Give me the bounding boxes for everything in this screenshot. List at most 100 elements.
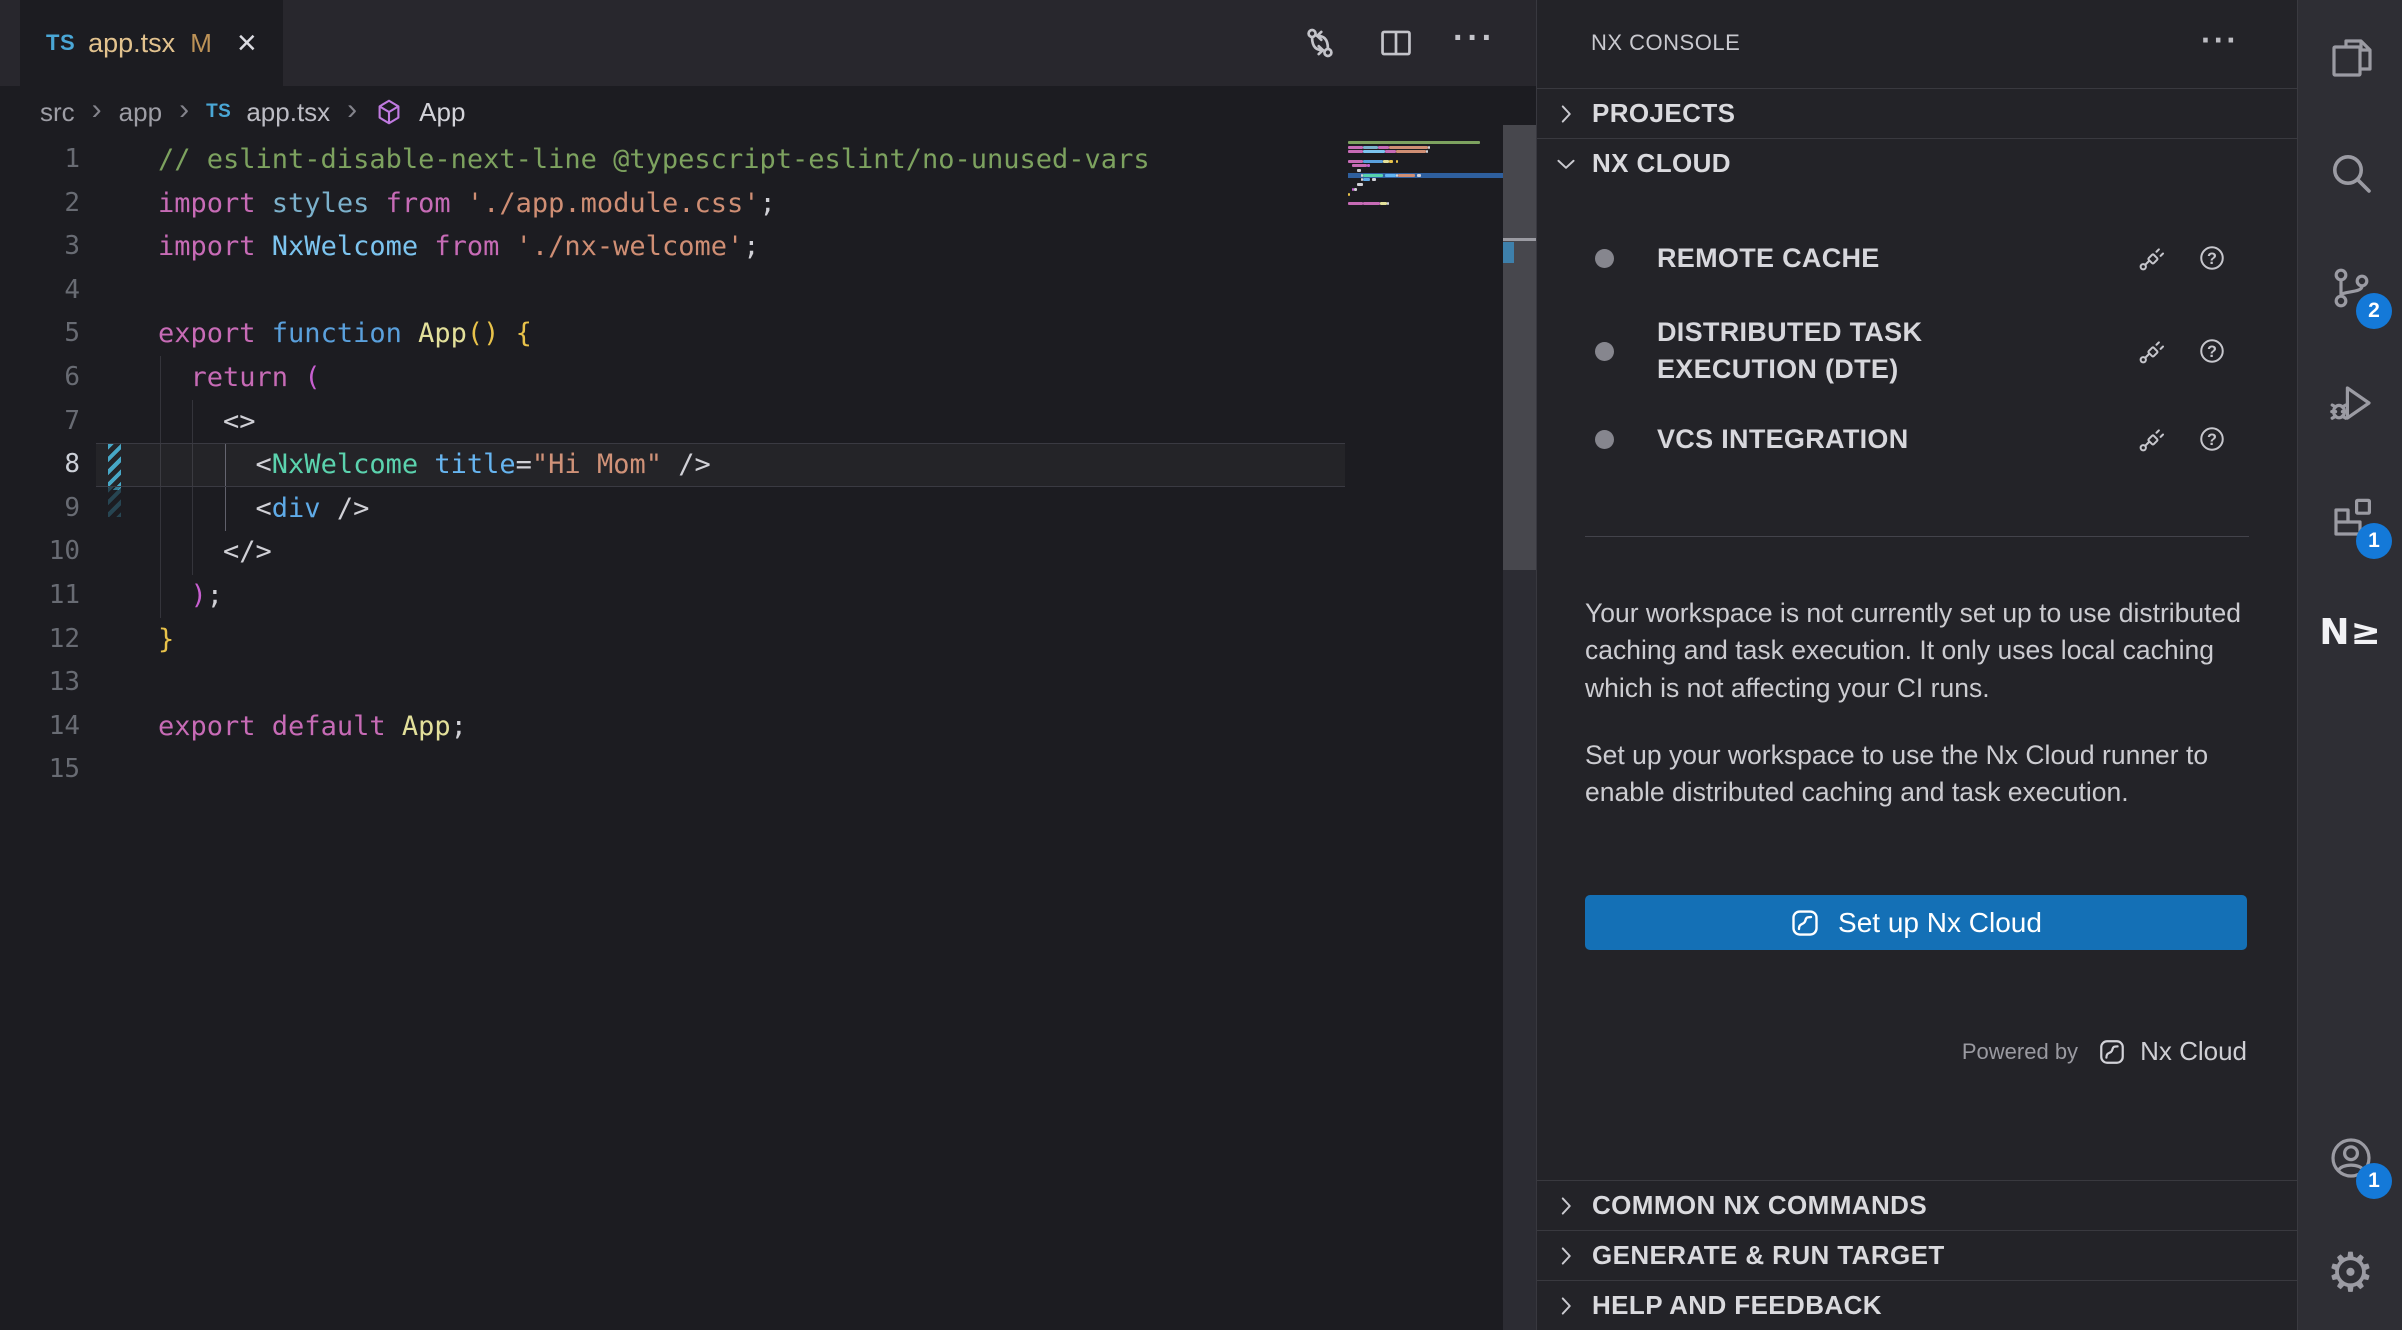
code-editor[interactable]: 1// eslint-disable-next-line @typescript… bbox=[0, 138, 1536, 1330]
section-nx-cloud[interactable]: NX CLOUD bbox=[1537, 138, 2297, 188]
setup-button-label: Set up Nx Cloud bbox=[1838, 907, 2042, 939]
code-line-13[interactable]: 13 bbox=[0, 661, 1536, 705]
minimap-line bbox=[1348, 193, 1350, 196]
connect-icon[interactable] bbox=[2137, 424, 2167, 454]
minimap-line bbox=[1372, 178, 1376, 181]
section-label: NX CLOUD bbox=[1592, 148, 1731, 179]
close-tab-icon[interactable]: × bbox=[237, 26, 257, 60]
connect-icon bbox=[2137, 424, 2167, 454]
code-line-10[interactable]: 10 </> bbox=[0, 530, 1536, 574]
chevron-right-icon bbox=[1553, 101, 1579, 127]
section-common-nx-commands[interactable]: COMMON NX COMMANDS bbox=[1537, 1180, 2297, 1230]
status-bullet-icon bbox=[1595, 342, 1614, 361]
line-number: 2 bbox=[0, 182, 88, 226]
section-generate-run-target[interactable]: GENERATE & RUN TARGET bbox=[1537, 1230, 2297, 1280]
code-text: <NxWelcome title="Hi Mom" /> bbox=[88, 443, 711, 487]
section-help-and-feedback[interactable]: HELP AND FEEDBACK bbox=[1537, 1280, 2297, 1330]
chevron-down-icon bbox=[1553, 151, 1579, 177]
code-line-12[interactable]: 12} bbox=[0, 618, 1536, 662]
nx-cloud-brand: Nx Cloud bbox=[2140, 1036, 2247, 1067]
minimap-line bbox=[1357, 183, 1363, 186]
breadcrumb-item-file[interactable]: app.tsx bbox=[246, 97, 330, 128]
line-number: 1 bbox=[0, 138, 88, 182]
code-line-4[interactable]: 4 bbox=[0, 269, 1536, 313]
debug-icon bbox=[2327, 379, 2375, 427]
open-changes-icon[interactable] bbox=[1301, 24, 1339, 62]
setup-nx-cloud-button[interactable]: Set up Nx Cloud bbox=[1585, 895, 2247, 950]
help-icon[interactable] bbox=[2197, 243, 2227, 273]
code-line-1[interactable]: 1// eslint-disable-next-line @typescript… bbox=[0, 138, 1536, 182]
activity-accounts[interactable]: 1 bbox=[2298, 1100, 2402, 1215]
help-icon[interactable] bbox=[2197, 336, 2227, 366]
code-lines: 1// eslint-disable-next-line @typescript… bbox=[0, 138, 1536, 792]
code-text bbox=[88, 661, 158, 705]
code-text: <div /> bbox=[88, 487, 369, 531]
activity-search[interactable] bbox=[2298, 115, 2402, 230]
nx-cloud-icon bbox=[1790, 908, 1820, 938]
section-projects[interactable]: PROJECTS bbox=[1537, 88, 2297, 138]
activity-bar: 21N≥ 1⚙ bbox=[2297, 0, 2402, 1330]
line-number: 9 bbox=[0, 487, 88, 531]
panel-bottom-sections: COMMON NX COMMANDS GENERATE & RUN TARGET H… bbox=[1537, 1180, 2297, 1330]
help-icon[interactable] bbox=[2197, 424, 2227, 454]
more-actions-icon[interactable]: ··· bbox=[1453, 21, 1496, 65]
connect-icon[interactable] bbox=[2137, 336, 2167, 366]
minimap-line bbox=[1357, 169, 1361, 172]
vscode-window: TS app.tsx M × ··· src › app › TS app.ts… bbox=[0, 0, 2402, 1330]
gear-icon: ⚙ bbox=[2326, 1246, 2374, 1300]
minimap-line bbox=[1396, 160, 1398, 163]
code-line-15[interactable]: 15 bbox=[0, 748, 1536, 792]
minimap-line bbox=[1383, 160, 1389, 163]
breadcrumb-item-app[interactable]: app bbox=[119, 97, 162, 128]
breadcrumb-item-symbol[interactable]: App bbox=[419, 97, 465, 128]
connect-icon bbox=[2137, 336, 2167, 366]
overview-modified-marker bbox=[1503, 242, 1514, 263]
nx-cloud-icon bbox=[2098, 1038, 2126, 1066]
activity-extensions[interactable]: 1 bbox=[2298, 460, 2402, 575]
code-text: import NxWelcome from './nx-welcome'; bbox=[88, 225, 759, 269]
code-line-9[interactable]: 9 <div /> bbox=[0, 487, 1536, 531]
code-text: export function App() { bbox=[88, 312, 532, 356]
code-line-7[interactable]: 7 <> bbox=[0, 400, 1536, 444]
breadcrumb-item-src[interactable]: src bbox=[40, 97, 75, 128]
activity-nx-console[interactable]: N≥ bbox=[2298, 575, 2402, 690]
activity-explorer[interactable] bbox=[2298, 0, 2402, 115]
activity-settings[interactable]: ⚙ bbox=[2298, 1215, 2402, 1330]
badge: 1 bbox=[2356, 1163, 2392, 1199]
badge: 2 bbox=[2356, 293, 2392, 329]
line-number: 6 bbox=[0, 356, 88, 400]
code-text bbox=[88, 269, 158, 313]
line-number: 14 bbox=[0, 705, 88, 749]
tab-app-tsx[interactable]: TS app.tsx M × bbox=[20, 0, 283, 86]
code-line-6[interactable]: 6 return ( bbox=[0, 356, 1536, 400]
activity-run-and-debug[interactable] bbox=[2298, 345, 2402, 460]
minimap-line bbox=[1385, 150, 1396, 153]
divider bbox=[1585, 536, 2249, 537]
minimap-line bbox=[1363, 174, 1382, 177]
code-line-11[interactable]: 11 ); bbox=[0, 574, 1536, 618]
code-line-3[interactable]: 3import NxWelcome from './nx-welcome'; bbox=[0, 225, 1536, 269]
editor-actions: ··· bbox=[1301, 0, 1496, 86]
editor-region: TS app.tsx M × ··· src › app › TS app.ts… bbox=[0, 0, 1536, 1330]
split-editor-icon[interactable] bbox=[1377, 24, 1415, 62]
code-line-5[interactable]: 5export function App() { bbox=[0, 312, 1536, 356]
cloud-feature-label: DISTRIBUTED TASK EXECUTION (DTE) bbox=[1657, 314, 2027, 388]
editor-scrollbar[interactable] bbox=[1503, 125, 1536, 1330]
line-number: 3 bbox=[0, 225, 88, 269]
activity-source-control[interactable]: 2 bbox=[2298, 230, 2402, 345]
minimap[interactable] bbox=[1348, 140, 1503, 216]
minimap-line bbox=[1363, 150, 1385, 153]
code-line-14[interactable]: 14export default App; bbox=[0, 705, 1536, 749]
minimap-line bbox=[1348, 150, 1363, 153]
code-line-8[interactable]: 8 <NxWelcome title="Hi Mom" /> bbox=[0, 443, 1536, 487]
scrollbar-thumb[interactable] bbox=[1503, 125, 1536, 570]
section-label: HELP AND FEEDBACK bbox=[1592, 1290, 1882, 1321]
panel-more-actions-icon[interactable]: ··· bbox=[2201, 22, 2239, 59]
cloud-feature-2: VCS INTEGRATION bbox=[1537, 416, 2297, 462]
code-line-2[interactable]: 2import styles from './app.module.css'; bbox=[0, 182, 1536, 226]
code-text: </> bbox=[88, 530, 272, 574]
section-label: COMMON NX COMMANDS bbox=[1592, 1190, 1927, 1221]
connect-icon[interactable] bbox=[2137, 243, 2167, 273]
code-text: // eslint-disable-next-line @typescript-… bbox=[88, 138, 1150, 182]
line-number: 12 bbox=[0, 618, 88, 662]
